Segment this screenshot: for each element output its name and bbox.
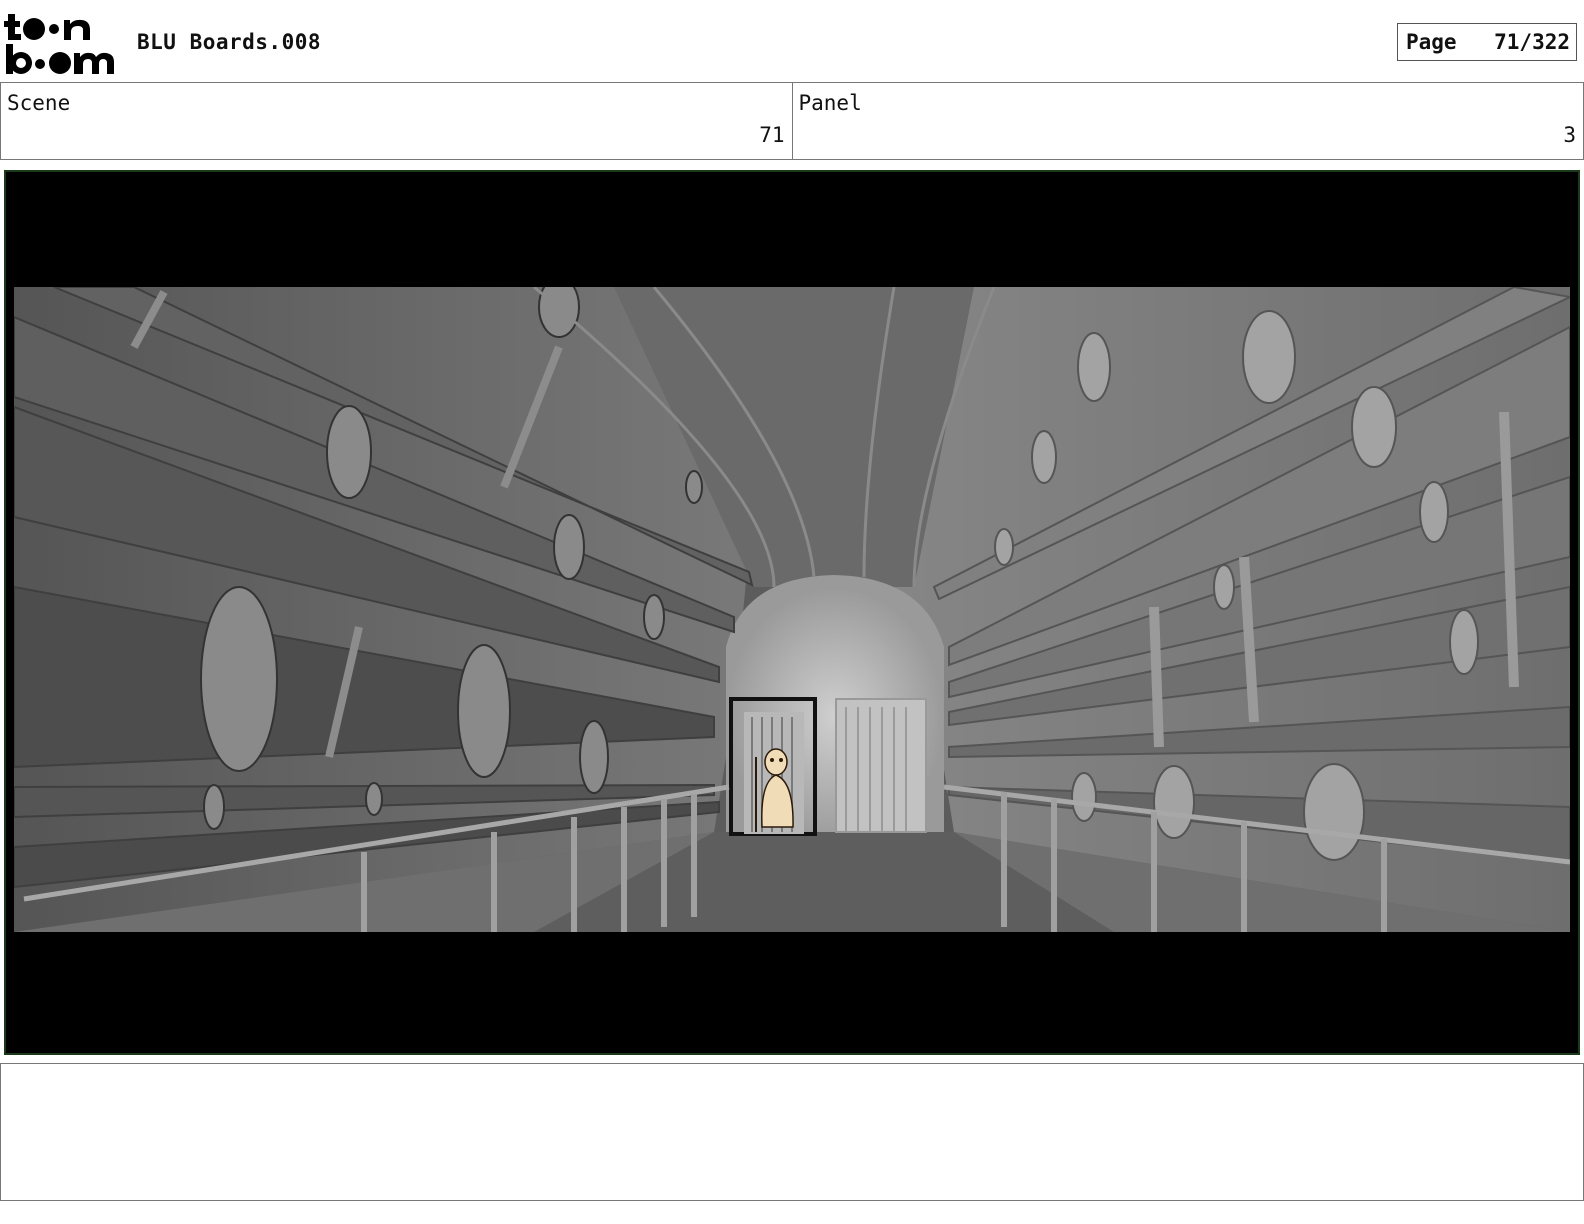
panel-label: Panel [798,91,862,115]
project-title: BLU Boards.008 [137,30,322,54]
scene-panel-info: Scene 71 Panel 3 [0,82,1584,160]
scene-cell: Scene 71 [0,83,792,159]
panel-number: 3 [1563,123,1576,147]
scene-number: 71 [759,123,785,147]
storyboard-frame [4,170,1580,1055]
notes-area [0,1063,1584,1201]
panel-image [14,287,1570,932]
header: BLU Boards.008 Page 71/322 [0,0,1584,82]
page-value: 71/322 [1494,30,1570,54]
toon-boom-logo [4,14,114,74]
pipe-tunnel-illustration [14,287,1570,932]
panel-cell: Panel 3 [791,83,1584,159]
scene-label: Scene [7,91,71,115]
page-label: Page [1406,30,1457,54]
page-indicator: Page 71/322 [1397,23,1577,61]
